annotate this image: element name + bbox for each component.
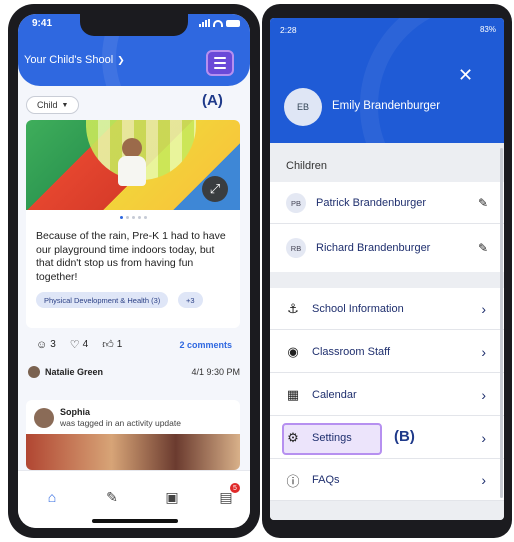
sophia-avatar	[34, 408, 54, 428]
more-tags-chip[interactable]: +3	[178, 292, 203, 308]
carousel-dots	[26, 216, 240, 219]
question-icon: ⓘ	[286, 473, 300, 489]
school-icon: ⚓	[287, 301, 299, 316]
pencil-icon[interactable]: ✎	[478, 241, 488, 255]
video-icon: ▣	[165, 488, 179, 505]
wifi-icon	[213, 19, 223, 27]
heart-icon: ♡	[69, 339, 80, 351]
child-filter-label: Child	[37, 100, 58, 110]
thumbs-up-icon: 👍︎	[102, 339, 114, 351]
child-name: Patrick Brandenburger	[316, 197, 427, 209]
post-body-text: Because of the rain, Pre-K 1 had to have…	[36, 230, 226, 283]
menu-icon-line	[214, 67, 226, 69]
chevron-right-icon: ›	[481, 301, 486, 317]
chevron-right-icon: ›	[481, 472, 486, 488]
heart-reaction[interactable]: ♡ 4	[70, 338, 88, 351]
status-time: 9:41	[32, 18, 53, 29]
author-avatar	[28, 366, 40, 378]
user-avatar: EB	[284, 88, 322, 126]
close-icon[interactable]: ✕	[458, 66, 473, 84]
messages-tab[interactable]: ▤ 5	[214, 483, 240, 507]
pencil-icon[interactable]: ✎	[478, 196, 488, 210]
menu-item-calendar[interactable]: ▦ Calendar ›	[270, 373, 504, 416]
caret-down-icon: ▼	[61, 101, 69, 109]
gear-icon: ⚙	[287, 429, 299, 445]
post-author-row: Natalie Green 4/1 9:30 PM	[28, 366, 240, 378]
menu-item-faqs[interactable]: ⓘ FAQs ›	[270, 459, 504, 501]
activity-post-card-2: Sophia was tagged in an activity update	[26, 400, 240, 470]
messages-badge: 5	[230, 483, 240, 493]
school-title: Your Child's Shool	[24, 54, 114, 66]
child-filter-dropdown[interactable]: Child ▼	[26, 96, 80, 114]
menu-item-settings[interactable]: ⚙ Settings ›	[270, 416, 504, 459]
menu-icon-line	[214, 62, 226, 64]
phone-frame-a: 9:41 Your Child's Shool ❯ Child ▼ (A) ⤢ …	[8, 4, 260, 538]
menu-item-classroom-staff[interactable]: ◉ Classroom Staff ›	[270, 330, 504, 373]
calendar-icon: ▦	[286, 386, 300, 402]
annotation-label-a: (A)	[202, 92, 223, 109]
battery-status: 83%	[479, 25, 496, 34]
menu-screen: 2:28 83% ✕ EB Emily Brandenburger Childr…	[270, 18, 504, 520]
activity-post-card: ⤢ Because of the rain, Pre-K 1 had to ha…	[26, 120, 240, 328]
hamburger-menu-button[interactable]	[206, 50, 234, 76]
battery-icon	[226, 19, 240, 27]
chevron-right-icon: ›	[481, 386, 486, 403]
menu-item-school-information[interactable]: ⚓ School Information ›	[270, 288, 504, 330]
home-icon: ⌂	[47, 489, 57, 505]
phone-notch	[80, 14, 188, 36]
home-tab[interactable]: ⌂	[40, 487, 64, 507]
author-name: Natalie Green	[45, 367, 104, 377]
menu-icon-line	[214, 57, 226, 59]
chevron-right-icon: ›	[481, 429, 486, 446]
signal-icon	[199, 19, 210, 27]
feed-screen: 9:41 Your Child's Shool ❯ Child ▼ (A) ⤢ …	[18, 14, 250, 528]
apple-icon: ◉	[287, 343, 299, 359]
tagged-subtitle: was tagged in an activity update	[60, 418, 181, 428]
post-photo[interactable]: ⤢	[26, 120, 240, 210]
thumbs-up-reaction[interactable]: 👍︎ 1	[102, 338, 122, 351]
child-name: Richard Brandenburger	[316, 242, 431, 254]
smile-icon: ☺	[36, 338, 48, 351]
annotation-label-b: (B)	[394, 428, 415, 445]
phone-frame-b: 2:28 83% ✕ EB Emily Brandenburger Childr…	[262, 4, 512, 538]
reaction-row: ☺ 3 ♡ 4 👍︎ 1 2 comments	[36, 338, 232, 352]
child-row-patrick[interactable]: PB Patrick Brandenburger ✎	[270, 182, 504, 224]
development-tag-chip[interactable]: Physical Development & Health (3)	[36, 292, 169, 308]
video-tab[interactable]: ▣	[160, 487, 184, 507]
post-photo-2[interactable]	[26, 434, 240, 470]
comments-link[interactable]: 2 comments	[179, 340, 232, 350]
child-row-richard[interactable]: RB Richard Brandenburger ✎	[270, 224, 504, 272]
bottom-tab-bar: ⌂ ✎ ▣ ▤ 5	[18, 470, 250, 528]
user-name: Emily Brandenburger	[332, 100, 441, 112]
children-section-title: Children	[286, 160, 327, 172]
smile-reaction[interactable]: ☺ 3	[36, 339, 56, 351]
status-time: 2:28	[280, 25, 297, 35]
home-indicator	[92, 519, 178, 523]
drawer-header: 2:28 83% ✕ EB Emily Brandenburger	[270, 18, 504, 143]
school-selector[interactable]: Your Child's Shool ❯	[24, 54, 125, 66]
chevron-down-icon: ❯	[117, 54, 125, 65]
chevron-right-icon: ›	[481, 343, 486, 360]
expand-icon[interactable]: ⤢	[202, 176, 228, 202]
post-date: 4/1 9:30 PM	[191, 367, 240, 377]
status-icons	[199, 19, 240, 27]
child-initials: RB	[286, 238, 306, 258]
edit-icon: ✎	[106, 488, 118, 505]
compose-tab[interactable]: ✎	[100, 487, 124, 507]
tagged-child-name: Sophia	[60, 407, 91, 417]
drawer-scrollbar[interactable]	[500, 148, 503, 498]
child-figure	[114, 138, 150, 194]
child-initials: PB	[286, 193, 306, 213]
